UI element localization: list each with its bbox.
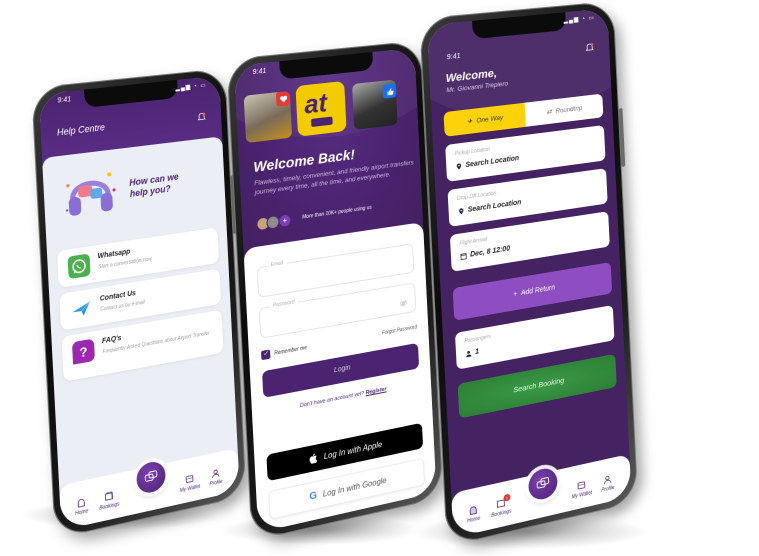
- bell-icon[interactable]: [197, 109, 207, 120]
- profile-icon: [211, 468, 221, 480]
- phone-booking: 9:41 ▂▄▆ ◔ ▭ Welcome, Mr. Giovanni Trepi…: [419, 0, 639, 547]
- tab-bookings[interactable]: 1 Bookings: [486, 493, 516, 520]
- google-icon: G: [309, 489, 318, 503]
- remember-me-checkbox[interactable]: ✓ Remember me: [260, 343, 308, 361]
- help-centre-screen: 9:41 ▂▄▆ ◔ ▭ Help Centre How can we help…: [38, 75, 240, 531]
- help-hero-text: How can we help you?: [129, 169, 197, 200]
- app-showcase: 9:41 ▂▄▆ ◔ ▭ Help Centre How can we help…: [0, 0, 759, 556]
- home-icon: [468, 504, 478, 516]
- option-label: Roundtrip: [555, 104, 583, 115]
- option-label: One Way: [476, 113, 504, 125]
- password-label: Password: [269, 298, 298, 310]
- login-screen: at Welcome Back! Flawless, timely, conve…: [233, 47, 437, 533]
- eye-off-icon[interactable]: [399, 294, 408, 304]
- google-login-label: Log In with Google: [322, 475, 387, 499]
- field-value: 1: [474, 348, 480, 357]
- brand-logo: at: [295, 80, 347, 137]
- field-value-wrap: Search Location: [455, 155, 519, 171]
- field-value-wrap: Search Location: [458, 199, 522, 215]
- phone-login: at Welcome Back! Flawless, timely, conve…: [226, 40, 444, 542]
- chat-bubbles-icon: [536, 476, 550, 493]
- home-icon: [76, 496, 86, 508]
- chat-bubbles-icon: [144, 469, 158, 486]
- bell-icon[interactable]: [585, 39, 595, 50]
- forgot-label: Forgot Password: [381, 324, 418, 337]
- social-proof-text: More than 10K+ people using us: [302, 204, 372, 221]
- tab-label: My Wallet: [571, 489, 593, 501]
- tab-label: Home: [466, 515, 481, 525]
- card-title: Whatsapp: [97, 248, 131, 261]
- email-label: Email: [267, 259, 287, 269]
- apple-login-label: Log In with Apple: [323, 439, 383, 461]
- more-users-badge: +: [278, 213, 292, 229]
- svg-text:?: ?: [79, 344, 88, 361]
- traveler-photo: [243, 90, 293, 144]
- field-value-wrap: 1: [465, 348, 479, 358]
- tab-label: Bookings: [491, 508, 512, 520]
- headphones-chat-illustration: [59, 163, 121, 224]
- field-label: Flight Arrival: [459, 236, 488, 247]
- card-title: FAQ's: [101, 334, 122, 346]
- tab-my-wallet[interactable]: My Wallet: [175, 471, 204, 495]
- tab-home[interactable]: Home: [458, 501, 489, 526]
- promo-tiles: at: [243, 74, 410, 145]
- field-label: Pickup Location: [454, 146, 491, 158]
- bookings-icon: [104, 490, 114, 502]
- whatsapp-icon: [67, 253, 91, 280]
- wallet-icon: [185, 473, 195, 485]
- tab-label: Profile: [601, 484, 615, 494]
- tab-bookings[interactable]: Bookings: [94, 488, 124, 512]
- tab-my-wallet[interactable]: My Wallet: [567, 477, 596, 501]
- status-time: 9:41: [446, 52, 461, 62]
- calendar-icon: [460, 252, 467, 260]
- login-form: Email Password ✓ Remember me ◌ Forgot Pa…: [243, 221, 437, 533]
- thumbs-up-icon: [382, 83, 397, 99]
- add-return-label: Add Return: [520, 283, 556, 297]
- booking-screen: 9:41 ▂▄▆ ◔ ▭ Welcome, Mr. Giovanni Trepi…: [426, 8, 632, 539]
- swap-icon: ⇄: [546, 108, 552, 117]
- tab-home[interactable]: Home: [66, 494, 97, 519]
- question-bubble-icon: ?: [71, 338, 95, 365]
- status-time: 9:41: [57, 96, 72, 105]
- remember-label: Remember me: [274, 344, 308, 357]
- tab-label: Home: [74, 508, 89, 518]
- notification-badge: 1: [503, 493, 511, 502]
- tab-label: My Wallet: [179, 483, 201, 495]
- phone-help-centre: 9:41 ▂▄▆ ◔ ▭ Help Centre How can we help…: [31, 68, 247, 540]
- logo-tag: [310, 116, 333, 128]
- logo-text: at: [303, 86, 328, 120]
- paper-plane-icon: [70, 296, 93, 322]
- forgot-password-link[interactable]: ◌ Forgot Password: [378, 324, 418, 337]
- person-icon: [466, 350, 472, 358]
- field-value: Dec, 8 12:00: [469, 245, 511, 259]
- card-subtitle: Frequently Asked Questions about Airport…: [102, 330, 210, 356]
- register-link[interactable]: Register: [366, 386, 387, 396]
- tab-profile[interactable]: Profile: [593, 471, 622, 495]
- tab-label: Bookings: [99, 501, 120, 512]
- passenger-photo: [351, 79, 398, 130]
- field-label: Drop-Off Location: [456, 190, 497, 203]
- field-value: Search Location: [465, 154, 520, 170]
- status-time: 9:41: [252, 67, 267, 77]
- plane-icon: ✈: [466, 118, 473, 126]
- tab-profile[interactable]: Profile: [201, 466, 230, 490]
- field-value: Search Location: [467, 199, 522, 214]
- field-value-wrap: Dec, 8 12:00: [460, 245, 510, 260]
- register-prompt-text: Don't have an account yet?: [299, 390, 365, 410]
- field-label: Passengers: [464, 333, 491, 345]
- apple-icon: [309, 452, 318, 465]
- location-pin-icon: [456, 163, 462, 170]
- wallet-icon: [576, 479, 586, 491]
- profile-icon: [603, 474, 613, 486]
- tab-label: Profile: [209, 478, 223, 488]
- checkbox-checked-icon: ✓: [260, 349, 271, 361]
- plus-icon: +: [512, 290, 518, 298]
- heart-icon: [275, 90, 291, 107]
- location-pin-icon: [458, 208, 464, 215]
